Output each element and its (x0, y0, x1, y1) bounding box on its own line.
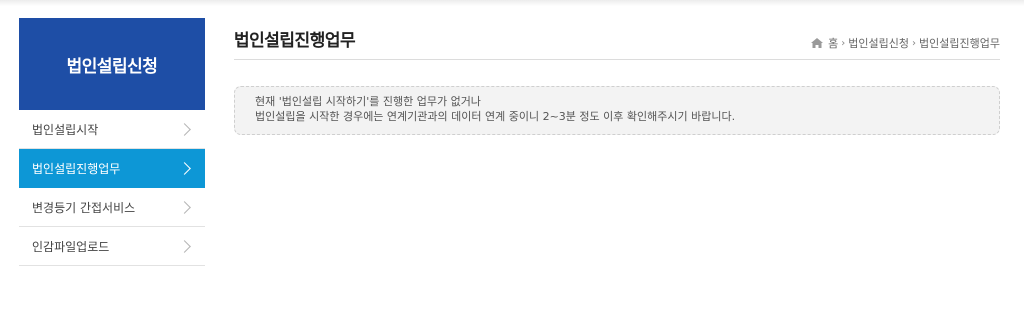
sidebar-title: 법인설립신청 (19, 18, 205, 110)
chevron-right-icon (178, 122, 191, 136)
notice-line-2: 법인설립을 시작한 경우에는 연계기관과의 데이터 연계 중이니 2~3분 정도… (255, 110, 736, 123)
sidebar: 법인설립신청 법인설립시작 법인설립진행업무 변경등기 간접서비스 인감파일업로… (19, 18, 205, 266)
breadcrumb-current: 법인설립진행업무 (919, 37, 1000, 50)
page-title: 법인설립진행업무 (234, 31, 356, 51)
top-shade (0, 0, 1024, 6)
sidebar-item-progress[interactable]: 법인설립진행업무 (19, 149, 205, 188)
sidebar-item-change-registration[interactable]: 변경등기 간접서비스 (19, 188, 205, 227)
notice-box: 현재 '법인설립 시작하기'를 진행한 업무가 없거나 법인설립을 시작한 경우… (234, 86, 1000, 135)
sidebar-menu: 법인설립시작 법인설립진행업무 변경등기 간접서비스 인감파일업로드 (19, 110, 205, 266)
notice-line-1: 현재 '법인설립 시작하기'를 진행한 업무가 없거나 (255, 95, 481, 108)
breadcrumb-separator-icon: › (912, 37, 917, 49)
chevron-right-icon (178, 239, 191, 253)
chevron-right-icon (178, 200, 191, 214)
breadcrumb-separator-icon: › (841, 37, 846, 49)
breadcrumb: 홈 › 법인설립신청 › 법인설립진행업무 (811, 26, 1000, 51)
sidebar-item-seal-upload[interactable]: 인감파일업로드 (19, 227, 205, 266)
breadcrumb-section[interactable]: 법인설립신청 (848, 35, 909, 51)
sidebar-item-label: 법인설립시작 (32, 122, 99, 137)
sidebar-item-label: 변경등기 간접서비스 (32, 200, 136, 215)
breadcrumb-home[interactable]: 홈 (828, 35, 838, 51)
sidebar-item-label: 법인설립진행업무 (32, 161, 121, 176)
home-icon (811, 38, 824, 48)
title-row: 법인설립진행업무 홈 › 법인설립신청 › 법인설립진행업무 (234, 18, 1000, 60)
main-content: 법인설립진행업무 홈 › 법인설립신청 › 법인설립진행업무 현재 '법인설립 … (234, 18, 1000, 135)
sidebar-item-label: 인감파일업로드 (32, 239, 110, 254)
chevron-right-icon (178, 161, 191, 175)
sidebar-item-start[interactable]: 법인설립시작 (19, 110, 205, 149)
